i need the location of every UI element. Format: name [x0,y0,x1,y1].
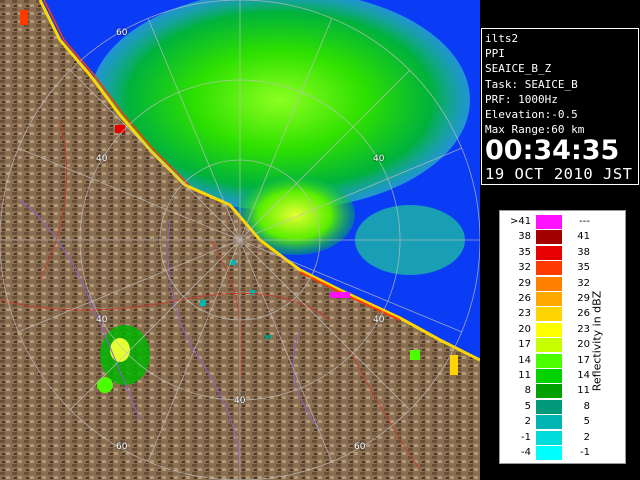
legend-color-swatch [536,384,562,399]
product-name: SEAICE_B_Z [485,62,552,76]
legend-color-swatch [536,230,562,245]
legend-low-value: -1 [521,431,531,443]
legend-row: 35 38 [510,245,590,261]
legend-color-swatch [536,276,562,291]
legend-high-value: 8 [583,400,590,412]
legend-high-value: 38 [577,246,590,258]
range-label: 40 [373,315,385,325]
legend-color-swatch [536,399,562,414]
scan-info-panel: ilts2 PPI SEAICE_B_Z Task: SEAICE_B PRF:… [481,28,639,185]
legend-high-value: -1 [580,447,590,458]
legend-low-value: 11 [518,370,531,381]
legend-high-value: 41 [577,231,590,243]
legend-color-swatch [536,338,562,353]
elevation-value: Elevation:-0.5 [485,108,578,122]
reflectivity-legend: >41 --- 38 41 35 38 32 35 29 32 26 29 23 26 20 23 17 20 14… [499,210,626,464]
range-label: 40 [234,396,246,406]
legend-row: 20 23 [510,322,590,338]
legend-low-value: 38 [518,231,531,243]
scan-date: 19 OCT 2010 JST [485,165,633,184]
legend-high-value: --- [579,216,590,227]
legend-color-swatch [536,292,562,306]
range-label: 60 [116,442,128,452]
legend-row: 58 [510,399,590,415]
legend-color-swatch [536,415,562,430]
legend-low-value: -4 [521,447,531,458]
legend-high-value: 5 [583,416,590,428]
legend-low-value: 17 [518,339,531,351]
prf-value: PRF: 1000Hz [485,92,558,106]
legend-row: 17 20 [510,338,590,353]
legend-row: 23 26 [510,307,590,322]
legend-high-value: 29 [577,293,590,304]
legend-color-swatch [536,446,562,460]
legend-high-value: 14 [577,370,590,381]
legend-low-value: 29 [518,277,531,289]
legend-high-value: 26 [577,308,590,320]
legend-title: Reflectivity in dBZ [588,271,606,411]
range-label: 60 [354,442,366,452]
legend-row: 25 [510,415,590,430]
legend-row: 26 29 [510,292,590,307]
product-type: PPI [485,47,505,61]
legend-high-value: 32 [577,277,590,289]
legend-low-value: >41 [510,216,532,227]
legend-high-value: 17 [577,354,590,366]
legend-row: 32 35 [510,261,590,276]
legend-high-value: 11 [577,385,590,397]
legend-row: 29 32 [510,276,590,292]
legend-low-value: 14 [518,354,531,366]
legend-high-value: 20 [577,339,590,351]
radar-ppi-canvas [0,0,480,480]
legend-row: 38 41 [510,230,590,245]
legend-row: 11 14 [510,369,590,384]
legend-low-value: 2 [524,416,531,428]
range-label: 40 [96,154,108,164]
legend-color-swatch [536,369,562,383]
legend-color-swatch [536,430,562,445]
legend-color-swatch [536,245,562,260]
legend-row: >41 --- [510,215,590,230]
legend-low-value: 23 [518,308,531,320]
radar-ppi-map[interactable]: 60 40 40 40 40 40 60 60 [0,0,480,480]
legend-color-swatch [536,307,562,322]
legend-low-value: 8 [524,385,531,397]
range-label: 40 [96,315,108,325]
legend-low-value: 26 [518,293,531,304]
legend-low-value: 35 [518,246,531,258]
task-name: Task: SEAICE_B [485,77,578,91]
legend-color-swatch [536,322,562,337]
legend-color-swatch [536,215,562,229]
scan-time: 00:34:35 [485,135,620,167]
legend-low-value: 20 [518,323,531,335]
legend-low-value: 32 [518,262,531,274]
range-label: 60 [116,28,128,38]
legend-row: 14 17 [510,353,590,369]
legend-color-swatch [536,261,562,276]
legend-high-value: 35 [577,262,590,274]
legend-row: -4 -1 [510,446,590,461]
range-rings [0,0,480,480]
legend-low-value: 5 [524,400,531,412]
legend-title-text: Reflectivity in dBZ [590,290,604,392]
legend-row: -1 2 [510,430,590,446]
legend-high-value: 2 [583,431,590,443]
legend-high-value: 23 [577,323,590,335]
range-label: 40 [373,154,385,164]
host-name: ilts2 [485,32,519,45]
legend-row: 8 11 [510,384,590,399]
legend-color-swatch [536,353,562,368]
